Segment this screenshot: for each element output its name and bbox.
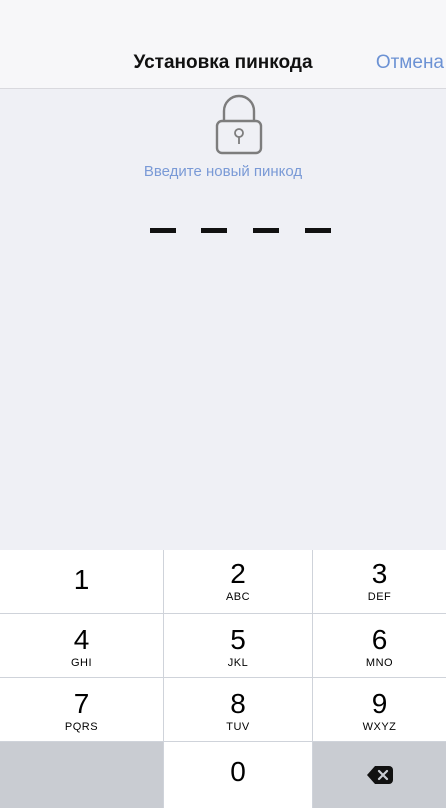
key-0[interactable]: 0: [164, 742, 312, 808]
key-digit: 0: [230, 756, 246, 787]
key-digit: 7: [73, 688, 90, 719]
key-letters: JKL: [227, 657, 249, 669]
lock-icon: [215, 94, 263, 155]
key-digit: 6: [371, 624, 388, 655]
key-digit: 8: [230, 688, 246, 719]
key-digit: 3: [371, 558, 388, 589]
key-6[interactable]: 6 MNO: [313, 614, 446, 677]
pin-slot: [150, 228, 176, 233]
key-digit: 2: [230, 558, 246, 589]
key-digit: 1: [73, 564, 90, 595]
key-blank: [0, 742, 163, 808]
key-digit: 5: [230, 624, 246, 655]
navigation-bar: Установка пинкода Отмена: [0, 40, 446, 89]
key-1[interactable]: 1: [0, 550, 163, 613]
key-3[interactable]: 3 DEF: [313, 550, 446, 613]
key-letters: TUV: [226, 721, 250, 733]
key-letters: WXYZ: [362, 721, 397, 733]
pin-indicator: [150, 228, 331, 234]
key-letters: ABC: [225, 591, 251, 603]
pin-slot: [253, 228, 279, 233]
key-digit: 9: [371, 688, 388, 719]
status-bar: [0, 0, 446, 40]
pin-slot: [201, 228, 227, 233]
key-7[interactable]: 7 PQRS: [0, 678, 163, 741]
key-digit: 4: [73, 624, 90, 655]
backspace-icon: [366, 766, 393, 784]
pin-slot: [305, 228, 331, 233]
key-9[interactable]: 9 WXYZ: [313, 678, 446, 741]
key-5[interactable]: 5 JKL: [164, 614, 312, 677]
key-2[interactable]: 2 ABC: [164, 550, 312, 613]
backspace-button[interactable]: [313, 742, 446, 808]
key-4[interactable]: 4 GHI: [0, 614, 163, 677]
numeric-keypad: 1 2 ABC 3 DEF 4 GHI 5 JKL 6 MNO 7 PQRS 8…: [0, 550, 446, 808]
cancel-button[interactable]: Отмена: [376, 52, 444, 74]
key-letters: DEF: [367, 591, 392, 603]
key-letters: MNO: [365, 657, 394, 669]
key-letters: GHI: [70, 657, 93, 669]
key-letters: PQRS: [64, 721, 99, 733]
key-8[interactable]: 8 TUV: [164, 678, 312, 741]
pin-prompt: Введите новый пинкод: [143, 163, 303, 180]
